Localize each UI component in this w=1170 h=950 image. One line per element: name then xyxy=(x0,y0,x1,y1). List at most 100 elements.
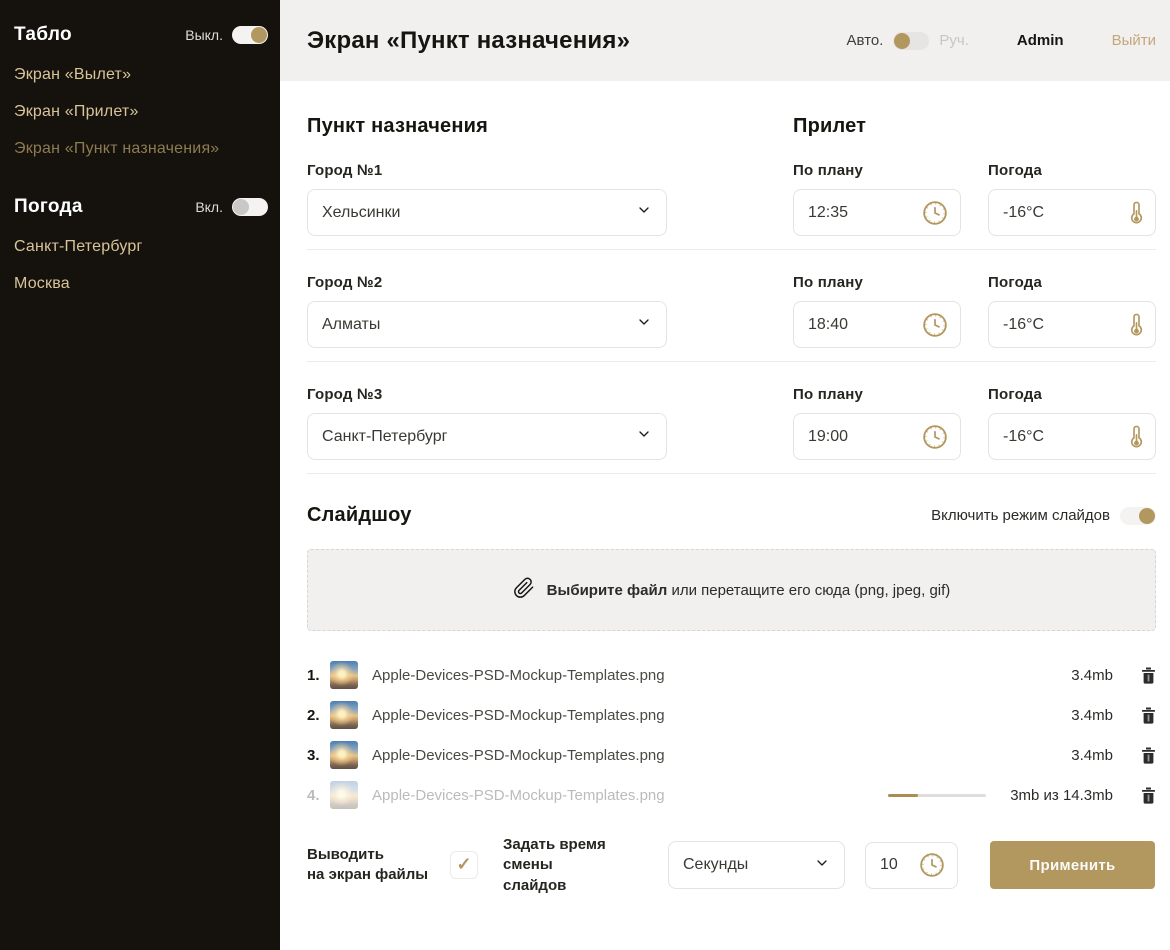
city-3-label: Город №3 xyxy=(307,386,793,403)
sidebar-board-title: Табло xyxy=(14,24,72,46)
file-number: 2. xyxy=(307,707,330,724)
sidebar-section-weather: Погода Вкл. Санкт-Петербург Москва xyxy=(14,196,268,293)
city-2-value: Алматы xyxy=(322,316,636,334)
file-upload-status: 3mb из 14.3mb xyxy=(1010,787,1113,804)
thermometer-icon xyxy=(1130,200,1143,226)
mode-manual-label: Руч. xyxy=(939,32,969,49)
sidebar-item-spb[interactable]: Санкт-Петербург xyxy=(14,238,268,256)
board-toggle-knob xyxy=(251,27,267,43)
delete-file-button[interactable] xyxy=(1141,667,1156,684)
upload-progress-fill xyxy=(888,794,917,797)
delete-file-button[interactable] xyxy=(1141,747,1156,764)
file-number: 3. xyxy=(307,747,330,764)
logout-link[interactable]: Выйти xyxy=(1112,32,1156,49)
thermometer-icon xyxy=(1130,424,1143,450)
city-2-select[interactable]: Алматы xyxy=(307,301,667,348)
weather-toggle-knob xyxy=(233,199,249,215)
display-files-checkbox[interactable]: ✓ xyxy=(450,851,478,879)
weather-toggle[interactable] xyxy=(232,198,268,216)
plan-3-label: По плану xyxy=(793,386,961,403)
arrival-section-title: Прилет xyxy=(793,115,866,138)
file-thumbnail xyxy=(330,701,358,729)
temp-1-field xyxy=(988,189,1156,236)
city-1-value: Хельсинки xyxy=(322,204,636,222)
file-row-2: 2. Apple-Devices-PSD-Mockup-Templates.pn… xyxy=(307,695,1156,735)
mode-toggle[interactable] xyxy=(893,32,929,50)
board-toggle-label: Выкл. xyxy=(185,27,223,43)
board-toggle[interactable] xyxy=(232,26,268,44)
plan-1-label: По плану xyxy=(793,162,961,179)
file-number: 1. xyxy=(307,667,330,684)
file-row-3: 3. Apple-Devices-PSD-Mockup-Templates.pn… xyxy=(307,735,1156,775)
upload-cta-rest: или перетащите его сюда (png, jpeg, gif) xyxy=(671,582,950,599)
chevron-down-icon xyxy=(636,202,652,223)
file-number: 4. xyxy=(307,787,330,804)
mode-toggle-knob xyxy=(894,33,910,49)
display-files-label-line1: Выводить xyxy=(307,845,450,865)
clock-icon xyxy=(922,200,948,226)
delete-file-button[interactable] xyxy=(1141,707,1156,724)
file-row-4-uploading: 4. Apple-Devices-PSD-Mockup-Templates.pn… xyxy=(307,775,1156,815)
file-list: 1. Apple-Devices-PSD-Mockup-Templates.pn… xyxy=(307,655,1156,815)
time-1-field xyxy=(793,189,961,236)
interval-unit-select[interactable]: Секунды xyxy=(668,841,845,889)
weather-1-label: Погода xyxy=(988,162,1156,179)
temp-1-input[interactable] xyxy=(1003,204,1130,222)
destination-row-1: Город №1 Хельсинки По плану Погода xyxy=(307,138,1156,250)
thermometer-icon xyxy=(1130,312,1143,338)
city-1-select[interactable]: Хельсинки xyxy=(307,189,667,236)
city-3-select[interactable]: Санкт-Петербург xyxy=(307,413,667,460)
file-thumbnail xyxy=(330,741,358,769)
sidebar-item-destination-screen[interactable]: Экран «Пункт назначения» xyxy=(14,140,268,158)
clock-icon xyxy=(922,424,948,450)
file-name: Apple-Devices-PSD-Mockup-Templates.png xyxy=(372,747,1071,764)
temp-2-field xyxy=(988,301,1156,348)
file-dropzone[interactable]: Выбирите файл или перетащите его сюда (p… xyxy=(307,549,1156,631)
slide-interval-label-line2: слайдов xyxy=(503,876,651,896)
sidebar-item-departure-screen[interactable]: Экран «Вылет» xyxy=(14,66,268,84)
file-thumbnail xyxy=(330,661,358,689)
interval-value-field xyxy=(865,842,958,889)
plan-2-label: По плану xyxy=(793,274,961,291)
sidebar-item-arrival-screen[interactable]: Экран «Прилет» xyxy=(14,103,268,121)
slideshow-toggle[interactable] xyxy=(1120,507,1156,525)
destination-row-3: Город №3 Санкт-Петербург По плану Погода xyxy=(307,362,1156,474)
chevron-down-icon xyxy=(636,314,652,335)
file-size: 3.4mb xyxy=(1071,747,1113,764)
time-3-field xyxy=(793,413,961,460)
destination-section-title: Пункт назначения xyxy=(307,115,793,138)
slide-interval-label-line1: Задать время смены xyxy=(503,835,651,876)
cancel-upload-button[interactable] xyxy=(1141,787,1156,804)
slideshow-section-title: Слайдшоу xyxy=(307,504,412,527)
time-1-input[interactable] xyxy=(808,204,922,222)
time-2-input[interactable] xyxy=(808,316,922,334)
topbar: Экран «Пункт назначения» Авто. Руч. Admi… xyxy=(280,0,1170,81)
sidebar-item-moscow[interactable]: Москва xyxy=(14,275,268,293)
paperclip-icon xyxy=(513,577,535,604)
page-title: Экран «Пункт назначения» xyxy=(307,27,630,55)
time-2-field xyxy=(793,301,961,348)
weather-3-label: Погода xyxy=(988,386,1156,403)
weather-2-label: Погода xyxy=(988,274,1156,291)
current-user: Admin xyxy=(1017,32,1064,49)
city-3-value: Санкт-Петербург xyxy=(322,428,636,446)
upload-progress-bar xyxy=(888,794,986,797)
time-3-input[interactable] xyxy=(808,428,922,446)
file-name: Apple-Devices-PSD-Mockup-Templates.png xyxy=(372,787,888,804)
clock-icon xyxy=(919,852,945,878)
file-name: Apple-Devices-PSD-Mockup-Templates.png xyxy=(372,707,1071,724)
temp-3-input[interactable] xyxy=(1003,428,1130,446)
clock-icon xyxy=(922,312,948,338)
city-1-label: Город №1 xyxy=(307,162,793,179)
sidebar-weather-title: Погода xyxy=(14,196,83,218)
file-row-1: 1. Apple-Devices-PSD-Mockup-Templates.pn… xyxy=(307,655,1156,695)
checkmark-icon: ✓ xyxy=(456,855,471,873)
interval-value-input[interactable] xyxy=(880,856,919,874)
file-size: 3.4mb xyxy=(1071,707,1113,724)
apply-button[interactable]: Применить xyxy=(990,841,1155,889)
destination-row-2: Город №2 Алматы По плану Погода xyxy=(307,250,1156,362)
slideshow-toggle-label: Включить режим слайдов xyxy=(931,507,1110,524)
weather-toggle-label: Вкл. xyxy=(195,199,223,215)
chevron-down-icon xyxy=(636,426,652,447)
temp-2-input[interactable] xyxy=(1003,316,1130,334)
